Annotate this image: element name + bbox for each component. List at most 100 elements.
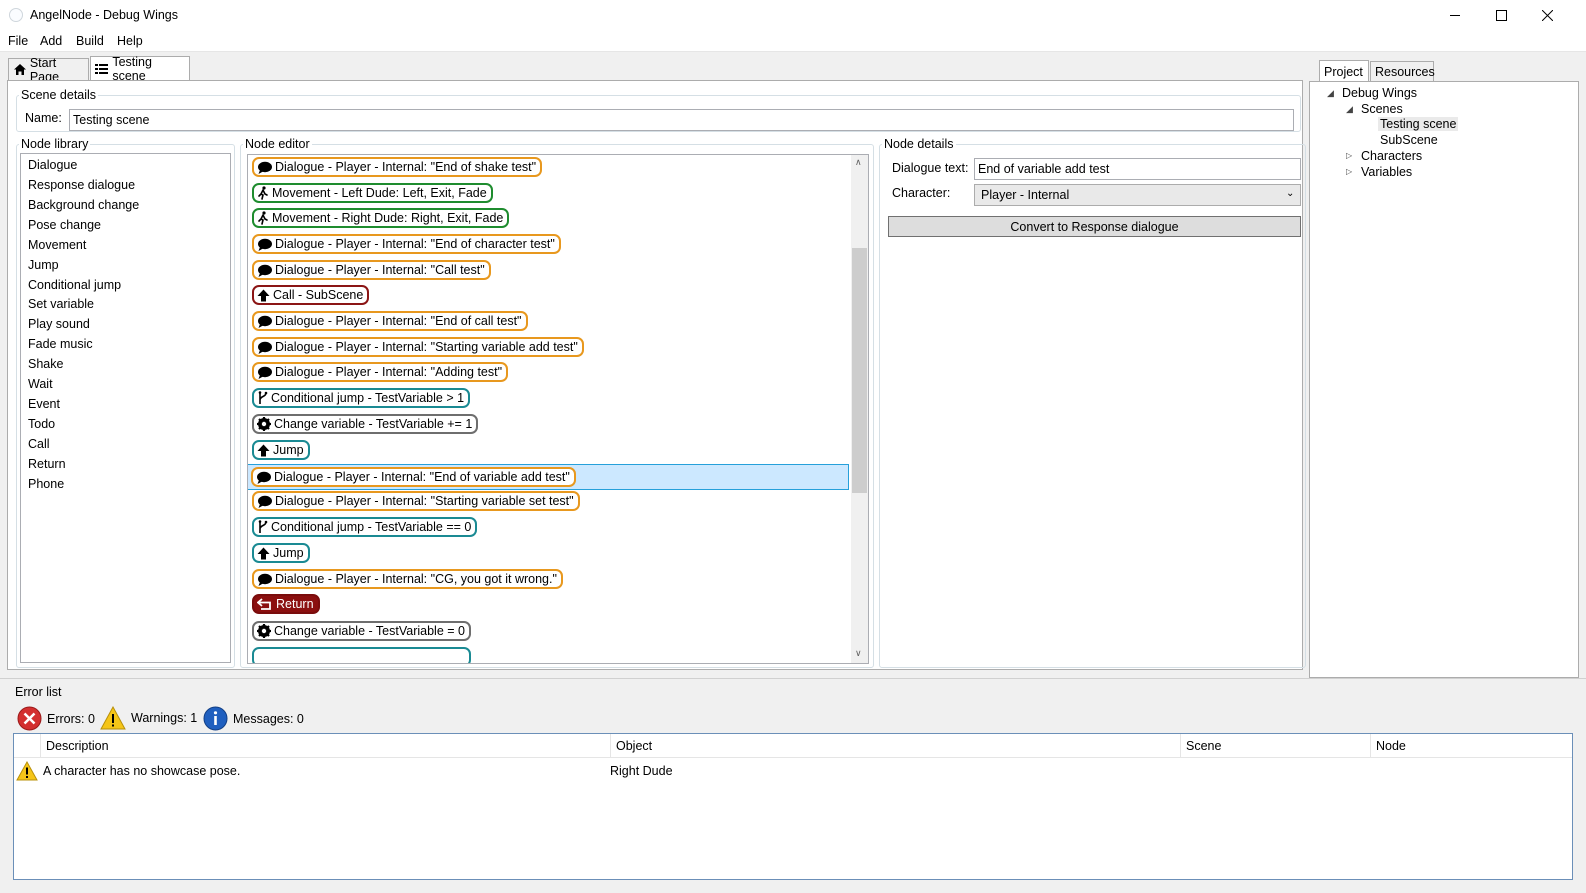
library-item-pose-change[interactable]: Pose change bbox=[28, 218, 101, 232]
library-item-jump[interactable]: Jump bbox=[28, 258, 59, 272]
node-row[interactable]: Dialogue - Player - Internal: "Adding te… bbox=[248, 360, 851, 386]
tree-item-testing-scene[interactable]: Testing scene bbox=[1378, 117, 1459, 131]
node-dialogue[interactable]: Dialogue - Player - Internal: "End of va… bbox=[251, 467, 576, 487]
node-conditional[interactable] bbox=[252, 647, 471, 663]
messages-filter-button[interactable]: Messages: 0 bbox=[203, 706, 304, 731]
collapsed-arrow-icon[interactable]: ▷ bbox=[1346, 151, 1352, 160]
column-header-node[interactable]: Node bbox=[1371, 734, 1572, 758]
node-editor-list: Dialogue - Player - Internal: "End of sh… bbox=[247, 154, 869, 664]
tree-item-scenes[interactable]: Scenes bbox=[1361, 102, 1403, 116]
error-list-grid: Description Object Scene Node A characte… bbox=[13, 733, 1573, 880]
library-item-return[interactable]: Return bbox=[28, 457, 66, 471]
node-dialogue[interactable]: Dialogue - Player - Internal: "Adding te… bbox=[252, 362, 509, 382]
node-row[interactable]: Dialogue - Player - Internal: "End of sh… bbox=[248, 155, 851, 181]
node-conditional[interactable]: Conditional jump - TestVariable == 0 bbox=[252, 517, 478, 537]
node-dialogue[interactable]: Dialogue - Player - Internal: "Starting … bbox=[252, 491, 580, 511]
tree-root-debug-wings[interactable]: Debug Wings bbox=[1342, 86, 1417, 100]
node-movement[interactable]: Movement - Right Dude: Right, Exit, Fade bbox=[252, 208, 510, 228]
library-item-dialogue[interactable]: Dialogue bbox=[28, 158, 77, 172]
node-row[interactable]: Dialogue - Player - Internal: "End of va… bbox=[248, 464, 849, 490]
node-row[interactable]: Call - SubScene bbox=[248, 283, 851, 309]
node-row[interactable]: Movement - Right Dude: Right, Exit, Fade bbox=[248, 206, 851, 232]
collapsed-arrow-icon[interactable]: ▷ bbox=[1346, 167, 1352, 176]
library-item-call[interactable]: Call bbox=[28, 437, 50, 451]
scroll-down-icon[interactable]: ∨ bbox=[855, 648, 862, 659]
library-item-play-sound[interactable]: Play sound bbox=[28, 317, 90, 331]
tree-item-subscene[interactable]: SubScene bbox=[1380, 133, 1438, 147]
divider bbox=[0, 678, 1586, 679]
menu-add[interactable]: Add bbox=[40, 34, 62, 48]
library-item-response-dialogue[interactable]: Response dialogue bbox=[28, 178, 135, 192]
node-dialogue[interactable]: Dialogue - Player - Internal: "End of ca… bbox=[252, 311, 528, 331]
node-variable[interactable]: Change variable - TestVariable = 0 bbox=[252, 621, 471, 641]
node-row[interactable]: Jump bbox=[248, 438, 851, 464]
node-return[interactable]: Return bbox=[252, 594, 320, 614]
node-jump[interactable]: Jump bbox=[252, 440, 310, 460]
tab-project[interactable]: Project bbox=[1319, 60, 1369, 82]
menu-build[interactable]: Build bbox=[76, 34, 104, 48]
library-item-shake[interactable]: Shake bbox=[28, 357, 63, 371]
minimize-button[interactable] bbox=[1432, 0, 1478, 31]
node-row[interactable]: Conditional jump - TestVariable > 1 bbox=[248, 386, 851, 412]
node-row[interactable]: Conditional jump - TestVariable == 0 bbox=[248, 515, 851, 541]
node-call[interactable]: Call - SubScene bbox=[252, 285, 370, 305]
table-row[interactable]: A character has no showcase pose. Right … bbox=[14, 758, 1572, 786]
library-item-conditional-jump[interactable]: Conditional jump bbox=[28, 278, 121, 292]
node-dialogue[interactable]: Dialogue - Player - Internal: "End of ch… bbox=[252, 234, 561, 254]
node-variable[interactable]: Change variable - TestVariable += 1 bbox=[252, 414, 479, 434]
node-row[interactable]: Return bbox=[248, 592, 851, 618]
node-row[interactable]: Dialogue - Player - Internal: "Call test… bbox=[248, 258, 851, 284]
column-header-object[interactable]: Object bbox=[611, 734, 1181, 758]
tab-testing-scene[interactable]: Testing scene bbox=[90, 55, 190, 83]
character-select[interactable]: Player - Internal bbox=[974, 184, 1301, 206]
menu-help[interactable]: Help bbox=[117, 34, 143, 48]
close-button[interactable] bbox=[1524, 0, 1570, 31]
column-header-description[interactable]: Description bbox=[41, 734, 611, 758]
node-row-partial[interactable] bbox=[248, 645, 851, 663]
node-row[interactable]: Dialogue - Player - Internal: "Starting … bbox=[248, 489, 851, 515]
library-item-movement[interactable]: Movement bbox=[28, 238, 86, 252]
library-item-set-variable[interactable]: Set variable bbox=[28, 297, 94, 311]
node-row[interactable]: Dialogue - Player - Internal: "End of ch… bbox=[248, 232, 851, 258]
scrollbar-thumb[interactable] bbox=[852, 248, 867, 493]
node-dialogue[interactable]: Dialogue - Player - Internal: "Call test… bbox=[252, 260, 491, 280]
menu-file[interactable]: File bbox=[8, 34, 28, 48]
tab-start-page[interactable]: Start Page bbox=[8, 56, 89, 84]
library-item-event[interactable]: Event bbox=[28, 397, 60, 411]
tab-resources[interactable]: Resources bbox=[1370, 61, 1435, 81]
title-bar: AngelNode - Debug Wings bbox=[0, 0, 1586, 31]
dialogue-text-label: Dialogue text: bbox=[892, 161, 969, 175]
node-dialogue[interactable]: Dialogue - Player - Internal: "Starting … bbox=[252, 337, 584, 357]
node-dialogue[interactable]: Dialogue - Player - Internal: "CG, you g… bbox=[252, 569, 563, 589]
expanded-arrow-icon[interactable]: ◢ bbox=[1327, 88, 1334, 99]
warnings-filter-button[interactable]: Warnings: 1 bbox=[100, 706, 197, 730]
tree-item-variables[interactable]: Variables bbox=[1361, 165, 1412, 179]
node-row[interactable]: Change variable - TestVariable += 1 bbox=[248, 412, 851, 438]
node-movement[interactable]: Movement - Left Dude: Left, Exit, Fade bbox=[252, 183, 493, 203]
node-dialogue[interactable]: Dialogue - Player - Internal: "End of sh… bbox=[252, 157, 543, 177]
node-row[interactable]: Movement - Left Dude: Left, Exit, Fade bbox=[248, 181, 851, 207]
dialogue-text-input[interactable]: End of variable add test bbox=[974, 158, 1301, 180]
scene-name-input[interactable]: Testing scene bbox=[69, 109, 1294, 131]
expanded-arrow-icon[interactable]: ◢ bbox=[1346, 104, 1353, 115]
library-item-todo[interactable]: Todo bbox=[28, 417, 55, 431]
library-item-wait[interactable]: Wait bbox=[28, 377, 53, 391]
tree-item-characters[interactable]: Characters bbox=[1361, 149, 1422, 163]
maximize-button[interactable] bbox=[1478, 0, 1524, 31]
library-item-fade-music[interactable]: Fade music bbox=[28, 337, 93, 351]
node-row[interactable]: Jump bbox=[248, 541, 851, 567]
convert-to-response-button[interactable]: Convert to Response dialogue bbox=[888, 216, 1301, 237]
node-label: Conditional jump - TestVariable == 0 bbox=[271, 520, 472, 534]
node-row[interactable]: Dialogue - Player - Internal: "Starting … bbox=[248, 335, 851, 361]
scroll-up-icon[interactable]: ∧ bbox=[855, 157, 862, 168]
node-row[interactable]: Dialogue - Player - Internal: "CG, you g… bbox=[248, 567, 851, 593]
node-jump[interactable]: Jump bbox=[252, 543, 310, 563]
library-item-phone[interactable]: Phone bbox=[28, 477, 64, 491]
name-label: Name: bbox=[25, 111, 62, 125]
errors-filter-button[interactable]: Errors: 0 bbox=[17, 706, 95, 731]
node-row[interactable]: Dialogue - Player - Internal: "End of ca… bbox=[248, 309, 851, 335]
node-conditional[interactable]: Conditional jump - TestVariable > 1 bbox=[252, 388, 471, 408]
library-item-background-change[interactable]: Background change bbox=[28, 198, 139, 212]
node-row[interactable]: Change variable - TestVariable = 0 bbox=[248, 619, 851, 645]
column-header-scene[interactable]: Scene bbox=[1181, 734, 1371, 758]
